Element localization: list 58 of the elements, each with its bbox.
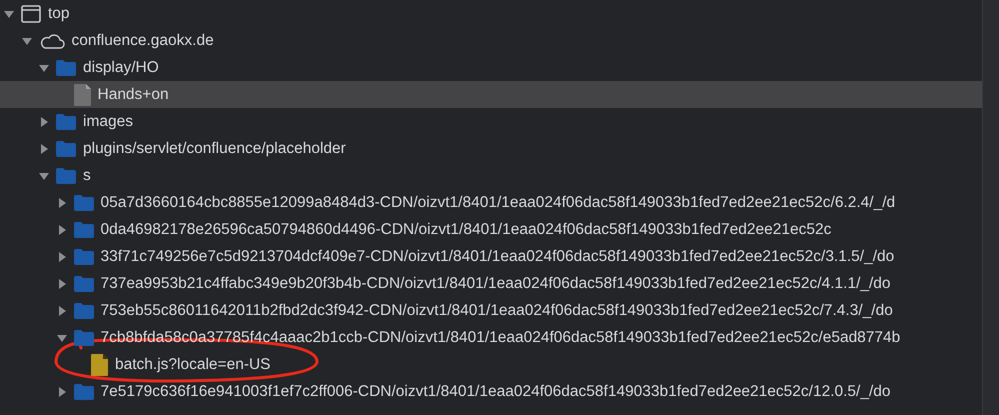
folder-icon (56, 114, 76, 130)
tree-item-label: top (48, 4, 70, 24)
tree-item-label: Hands+on (98, 84, 169, 105)
tree-item-label: images (83, 112, 133, 132)
tree-item[interactable]: images (0, 108, 982, 135)
tree-item[interactable]: 05a7d3660164cbc8855e12099a8484d3-CDN/oizvt1/8401/1eaa024f06dac58f149033b1fed7ed2ee21ec52c/6.2.4/_/d (0, 189, 982, 216)
expand-arrow-icon[interactable] (56, 198, 66, 208)
collapse-arrow-icon[interactable] (39, 170, 49, 180)
expand-arrow-icon[interactable] (56, 224, 66, 234)
tree-item[interactable]: 0da46982178e26596ca50794860d4496-CDN/oizvt1/8401/1eaa024f06dac58f149033b1fed7ed2ee21ec52c (0, 216, 982, 243)
tree-item-label: confluence.gaokx.de (72, 30, 214, 51)
tree-item[interactable]: s (0, 162, 982, 189)
tree-item-label: plugins/servlet/confluence/placeholder (83, 138, 346, 159)
folder-icon (74, 330, 94, 346)
collapse-arrow-icon[interactable] (39, 62, 49, 72)
tree-item[interactable]: 737ea9953b21c4ffabc349e9b20f3b4b-CDN/oizvt1/8401/1eaa024f06dac58f149033b1fed7ed2ee21ec52c/4.1.1/_/do (0, 270, 982, 297)
tree-item[interactable]: Hands+on (0, 81, 982, 108)
tree-item[interactable]: 33f71c749256e7c5d9213704dcf409e7-CDN/oizvt1/8401/1eaa024f06dac58f149033b1fed7ed2ee21ec52c/3.1.5/_/do (0, 243, 982, 270)
collapse-arrow-icon[interactable] (4, 8, 14, 18)
tree-item[interactable]: display/HO (0, 54, 982, 81)
folder-icon (74, 302, 94, 318)
file-icon (91, 354, 108, 376)
tree-item-label: 753eb55c86011642011b2fbd2dc3f942-CDN/oizvt1/8401/1eaa024f06dac58f149033b1fed7ed2ee21ec52c/7.4.3/_/do (100, 300, 893, 321)
expand-arrow-icon[interactable] (56, 306, 66, 316)
expand-arrow-icon[interactable] (39, 116, 49, 126)
tree-item[interactable]: plugins/servlet/confluence/placeholder (0, 135, 982, 162)
tree-item[interactable]: batch.js?locale=en-US (0, 351, 982, 378)
tree-item-label: 737ea9953b21c4ffabc349e9b20f3b4b-CDN/oizvt1/8401/1eaa024f06dac58f149033b1fed7ed2ee21ec52c/4.1.1/_/do (100, 274, 891, 294)
folder-icon (56, 60, 76, 76)
tree-item[interactable]: 7e5179c636f16e941003f1ef7c2ff006-CDN/oizvt1/8401/1eaa024f06dac58f149033b1fed7ed2ee21ec52c/12.0.5/_/do (0, 378, 982, 405)
expand-arrow-icon[interactable] (56, 278, 66, 288)
folder-icon (74, 276, 94, 292)
expand-arrow-icon[interactable] (56, 386, 66, 396)
tree-item-label: 0da46982178e26596ca50794860d4496-CDN/oizvt1/8401/1eaa024f06dac58f149033b1fed7ed2ee21ec52c (100, 220, 832, 240)
tree-item-label: 7e5179c636f16e941003f1ef7c2ff006-CDN/oizvt1/8401/1eaa024f06dac58f149033b1fed7ed2ee21ec52c/12.0.5/_/do (100, 382, 891, 402)
collapse-arrow-icon[interactable] (22, 36, 32, 46)
folder-icon (74, 194, 94, 210)
folder-icon (56, 140, 76, 156)
folder-icon (74, 384, 94, 400)
tree-item[interactable]: confluence.gaokx.de (0, 27, 982, 54)
folder-icon (74, 222, 94, 238)
window-icon (21, 4, 41, 22)
tree-item-label: 33f71c749256e7c5d9213704dcf409e7-CDN/oizvt1/8401/1eaa024f06dac58f149033b1fed7ed2ee21ec52c/3.1.5/_/do (100, 246, 894, 267)
expand-arrow-icon[interactable] (39, 144, 49, 154)
tree-item-label: 05a7d3660164cbc8855e12099a8484d3-CDN/oizvt1/8401/1eaa024f06dac58f149033b1fed7ed2ee21ec52c/6.2.4/_/d (100, 192, 896, 213)
folder-icon (56, 168, 76, 184)
tree-item[interactable]: top (0, 0, 982, 27)
folder-icon (74, 248, 94, 264)
expand-arrow-icon[interactable] (56, 252, 66, 262)
tree-item-label: 7cb8bfda58c0a37785f4c4aaac2b1ccb-CDN/oizvt1/8401/1eaa024f06dac58f149033b1fed7ed2ee21ec52c/e5ad8774b (100, 328, 900, 348)
tree-item[interactable]: 753eb55c86011642011b2fbd2dc3f942-CDN/oizvt1/8401/1eaa024f06dac58f149033b1fed7ed2ee21ec52c/7.4.3/_/do (0, 297, 982, 324)
cloud-icon (38, 32, 64, 48)
collapse-arrow-icon[interactable] (56, 332, 66, 342)
tree-item[interactable]: 7cb8bfda58c0a37785f4c4aaac2b1ccb-CDN/oizvt1/8401/1eaa024f06dac58f149033b1fed7ed2ee21ec52c/e5ad8774b (0, 324, 982, 351)
tree-item-label: s (83, 166, 91, 186)
file-icon (74, 84, 90, 106)
tree-item-label: batch.js?locale=en-US (115, 354, 271, 375)
tree-item-label: display/HO (83, 58, 159, 78)
